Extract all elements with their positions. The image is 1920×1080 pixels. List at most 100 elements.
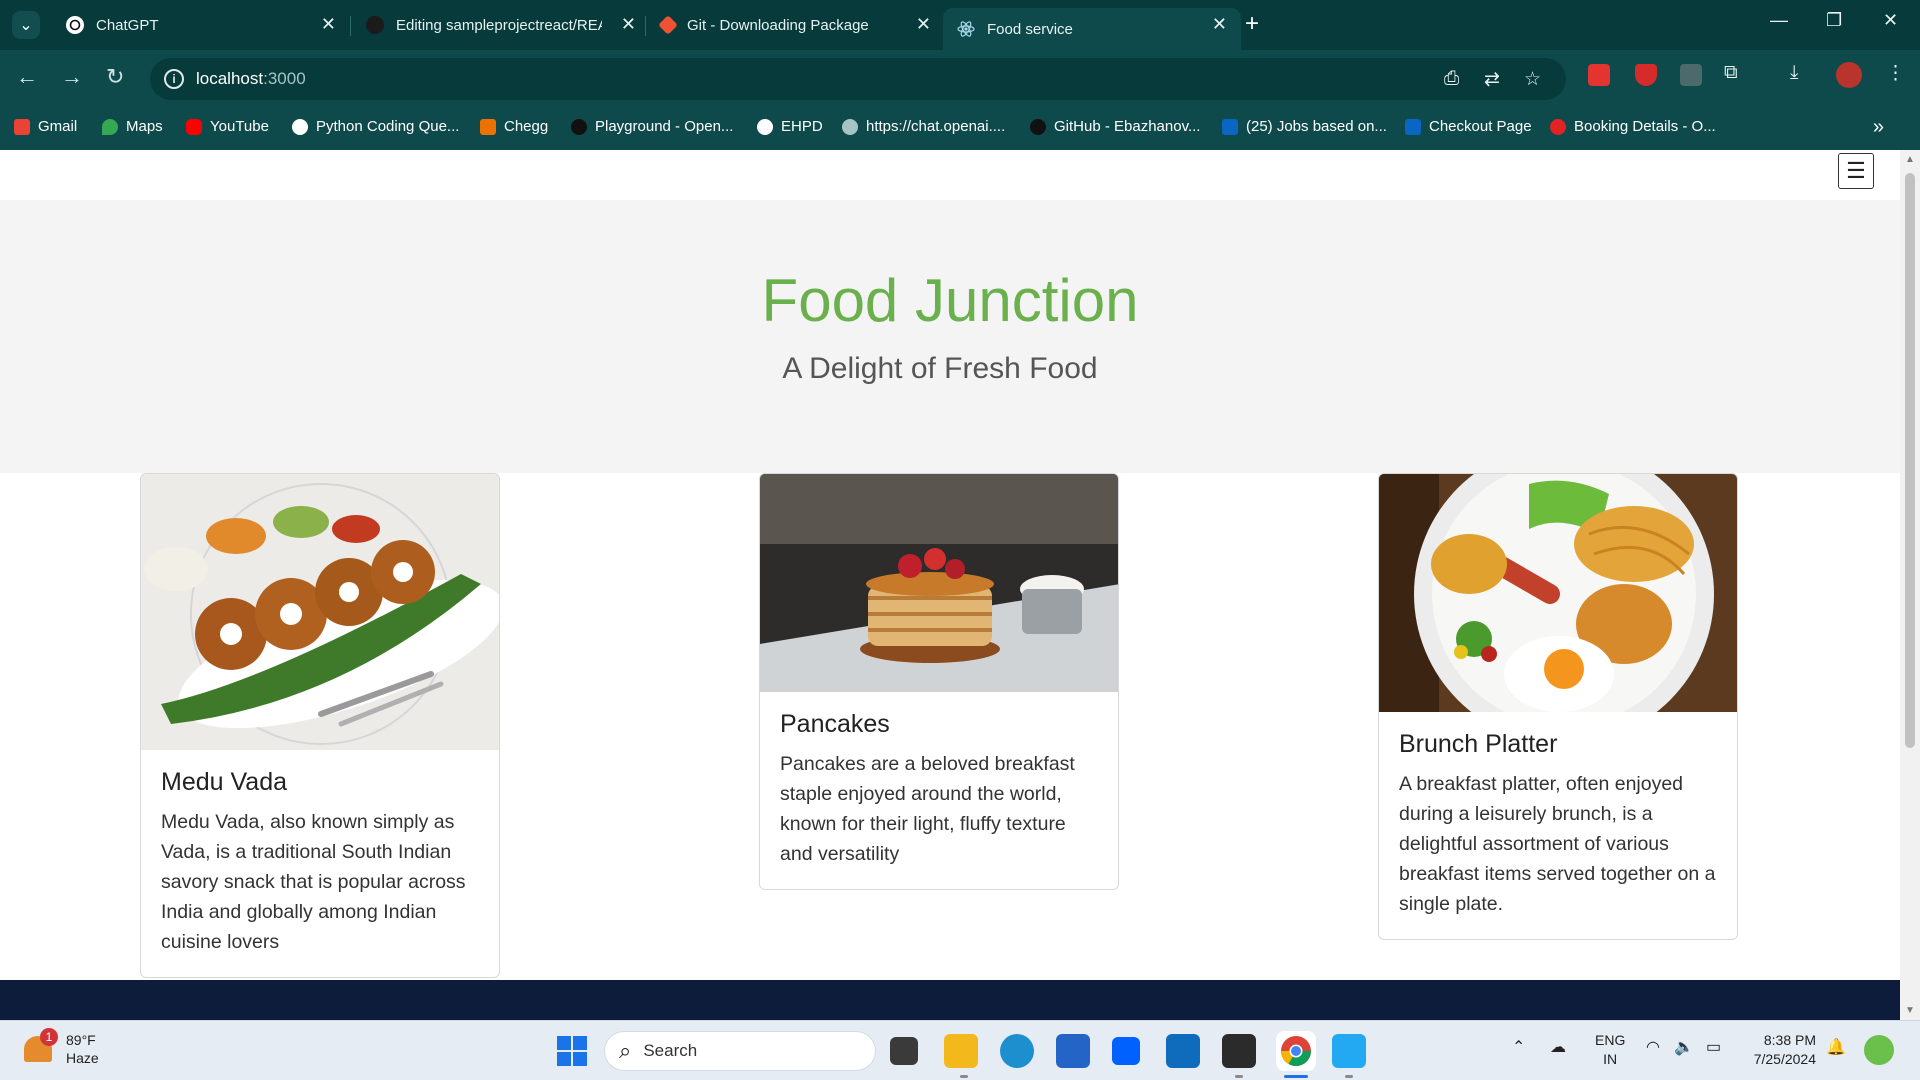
translate-icon[interactable]: ⇄ — [1484, 68, 1500, 91]
copilot-icon[interactable] — [1864, 1035, 1894, 1065]
task-view-icon[interactable] — [890, 1037, 918, 1065]
download-icon[interactable]: ⤓ — [1790, 62, 1798, 84]
windows-start-icon[interactable] — [556, 1035, 588, 1067]
bookmark-chat-openai[interactable]: https://chat.openai.... — [842, 118, 1005, 135]
bookmark-ehpd[interactable]: EHPD — [757, 118, 823, 135]
close-tab-icon[interactable]: ✕ — [621, 14, 636, 35]
notification-bell-icon[interactable]: 🔔 — [1826, 1037, 1846, 1057]
dropbox-icon[interactable] — [1112, 1037, 1140, 1065]
address-bar[interactable]: i localhost:3000 ⎙ ⇄ ☆ — [150, 58, 1566, 100]
page-title: Food Junction — [761, 267, 1139, 334]
show-hidden-icons-icon[interactable]: ⌃ — [1512, 1037, 1525, 1057]
vertical-scrollbar[interactable]: ▲ ▼ — [1900, 150, 1920, 1020]
bookmark-booking[interactable]: Booking Details - O... — [1550, 118, 1716, 135]
restore-icon[interactable]: ❐ — [1826, 10, 1842, 31]
extension-chart-icon[interactable] — [1680, 64, 1702, 86]
file-explorer-icon[interactable] — [944, 1034, 978, 1068]
food-card-pancakes[interactable]: Pancakes Pancakes are a beloved breakfas… — [759, 473, 1119, 890]
new-tab-button[interactable]: + — [1245, 10, 1259, 38]
chrome-taskbar-button[interactable] — [1276, 1031, 1316, 1071]
weather-icon: 1 — [24, 1028, 58, 1062]
menu-kebab-icon[interactable]: ⋮ — [1886, 62, 1905, 85]
microsoft-store-icon[interactable] — [1056, 1034, 1090, 1068]
bookmark-python-coding[interactable]: Python Coding Que... — [292, 118, 459, 135]
tab-git-download[interactable]: Git - Downloading Package ✕ — [647, 8, 945, 42]
search-label: Search — [643, 1041, 698, 1060]
bookmark-label: Maps — [126, 118, 163, 135]
shield-extension-icon[interactable] — [1635, 64, 1657, 86]
bookmark-star-icon[interactable]: ☆ — [1524, 68, 1541, 91]
running-indicator — [1345, 1075, 1353, 1078]
bookmark-label: https://chat.openai.... — [866, 118, 1006, 135]
battery-icon[interactable]: ▭ — [1706, 1037, 1721, 1057]
bookmark-checkout[interactable]: Checkout Page — [1405, 118, 1532, 135]
clock-time: 8:38 PM — [1763, 1032, 1816, 1048]
bookmark-maps[interactable]: Maps — [102, 118, 163, 135]
language-indicator[interactable]: ENG IN — [1595, 1031, 1625, 1069]
tab-separator — [645, 16, 646, 36]
card-description: Medu Vada, also known simply as Vada, is… — [161, 811, 466, 953]
profile-avatar[interactable] — [1836, 62, 1862, 88]
minimize-icon[interactable]: — — [1770, 10, 1788, 31]
running-indicator — [960, 1075, 968, 1078]
scroll-up-arrow-icon[interactable]: ▲ — [1905, 154, 1915, 165]
openai-icon — [571, 118, 587, 135]
food-card-medu-vada[interactable]: Medu Vada Medu Vada, also known simply a… — [140, 473, 500, 978]
close-window-icon[interactable]: ✕ — [1883, 10, 1898, 31]
more-bookmarks-icon[interactable]: » — [1873, 116, 1884, 139]
scrollbar-thumb[interactable] — [1905, 173, 1915, 748]
weather-widget[interactable]: 1 89°F Haze — [24, 1028, 99, 1067]
system-clock[interactable]: 8:38 PM 7/25/2024 — [1744, 1031, 1816, 1069]
bookmark-jobs[interactable]: (25) Jobs based on... — [1222, 118, 1387, 135]
region-code: IN — [1603, 1051, 1618, 1067]
bookmark-label: GitHub - Ebazhanov... — [1054, 118, 1201, 135]
card-title: Medu Vada — [161, 768, 288, 796]
extension-red-icon[interactable] — [1588, 64, 1610, 86]
food-card-brunch-platter[interactable]: Brunch Platter A breakfast platter, ofte… — [1378, 473, 1738, 940]
vscode-icon[interactable] — [1332, 1034, 1366, 1068]
tab-search-dropdown-icon[interactable]: ⌄ — [12, 11, 40, 39]
close-tab-icon[interactable]: ✕ — [321, 14, 336, 35]
medu-vada-image — [141, 474, 499, 750]
install-app-icon[interactable]: ⎙ — [1444, 68, 1459, 90]
github-icon — [366, 16, 384, 34]
volume-icon[interactable]: 🔈 — [1674, 1037, 1694, 1057]
page-subtitle: A Delight of Fresh Food — [782, 352, 1098, 385]
scroll-down-arrow-icon[interactable]: ▼ — [1905, 1005, 1915, 1016]
tab-chatgpt[interactable]: ChatGPT ✕ — [52, 8, 350, 42]
bookmark-github[interactable]: GitHub - Ebazhanov... — [1030, 118, 1200, 135]
outlook-icon[interactable] — [1166, 1034, 1200, 1068]
bookmark-gmail[interactable]: Gmail — [14, 118, 77, 135]
clock-date: 7/25/2024 — [1753, 1051, 1816, 1067]
tab-github-editing[interactable]: Editing sampleprojectreact/README ✕ — [352, 8, 650, 42]
close-tab-icon[interactable]: ✕ — [1212, 14, 1227, 35]
bookmark-youtube[interactable]: YouTube — [186, 118, 269, 135]
back-icon[interactable]: ← — [16, 64, 38, 90]
extensions-puzzle-icon[interactable]: ⧉ — [1724, 62, 1738, 84]
tab-food-service[interactable]: Food service ✕ — [943, 8, 1241, 50]
bookmark-label: Checkout Page — [1429, 118, 1532, 135]
url-text[interactable]: localhost:3000 — [196, 69, 306, 89]
terminal-icon[interactable] — [1222, 1034, 1256, 1068]
chegg-icon — [480, 118, 496, 135]
card-title: Pancakes — [780, 710, 890, 738]
reload-icon[interactable]: ↻ — [106, 64, 124, 90]
forward-icon[interactable]: → — [61, 64, 83, 90]
openai-icon — [842, 118, 858, 135]
card-description: Pancakes are a beloved breakfast staple … — [780, 753, 1075, 865]
globe-icon — [292, 118, 308, 135]
tab-title: Editing sampleprojectreact/README — [396, 16, 602, 34]
close-tab-icon[interactable]: ✕ — [916, 14, 931, 35]
site-info-icon[interactable]: i — [164, 69, 184, 89]
bookmark-label: EHPD — [781, 118, 823, 135]
browser-toolbar: ← → ↻ i localhost:3000 ⎙ ⇄ ☆ ⧉ ⤓ ⋮ — [0, 50, 1920, 108]
edge-icon[interactable] — [1000, 1034, 1034, 1068]
wifi-icon[interactable]: ◠ — [1646, 1037, 1660, 1057]
bookmark-playground[interactable]: Playground - Open... — [571, 118, 733, 135]
bookmark-chegg[interactable]: Chegg — [480, 118, 548, 135]
hamburger-menu-icon[interactable]: ☰ — [1838, 153, 1874, 189]
taskbar-search-box[interactable]: ⌕ Search — [604, 1031, 876, 1071]
brunch-platter-image — [1379, 474, 1737, 712]
windows-taskbar: 1 89°F Haze ⌕ Search ⌃ ☁ ENG IN ◠ 🔈 ▭ 8:… — [0, 1020, 1920, 1080]
onedrive-icon[interactable]: ☁ — [1550, 1037, 1566, 1057]
